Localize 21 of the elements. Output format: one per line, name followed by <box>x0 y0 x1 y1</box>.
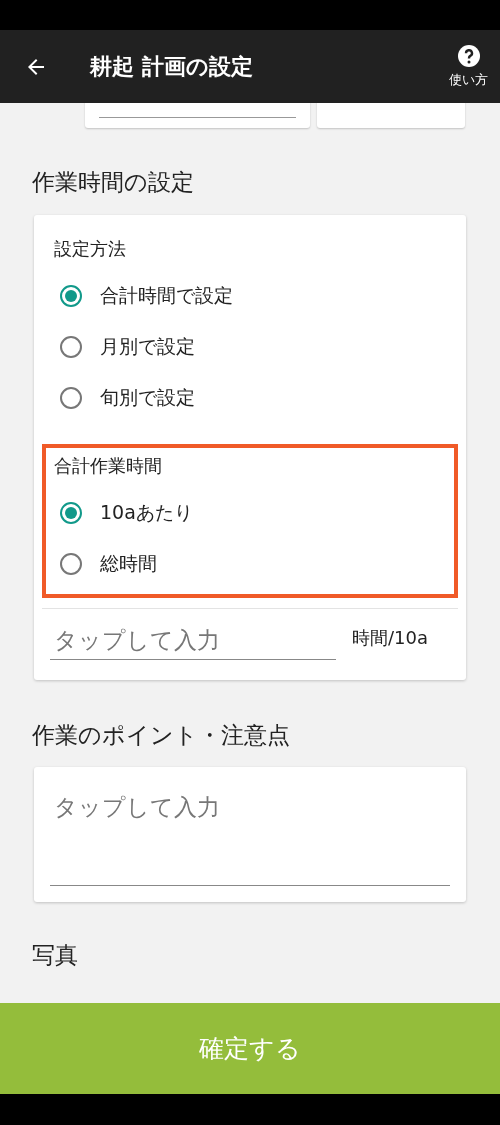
section-heading: 写真 <box>32 942 79 970</box>
radio-button[interactable] <box>60 502 82 525</box>
unit-label: 時間/10a <box>352 625 428 650</box>
option-label[interactable]: 合計時間で設定 <box>100 283 233 310</box>
radio-button[interactable] <box>60 336 82 359</box>
text-area[interactable]: タップして入力 <box>34 767 466 903</box>
group-label: 設定方法 <box>54 236 127 261</box>
group-label: 合計作業時間 <box>54 453 163 478</box>
section-heading: 作業のポイント・注意点 <box>32 721 291 750</box>
help-button[interactable]: 使い方 <box>449 44 488 89</box>
radio-button[interactable] <box>60 285 82 308</box>
help-icon <box>456 44 481 68</box>
option-label[interactable]: 月別で設定 <box>100 334 195 361</box>
radio-button[interactable] <box>60 387 82 410</box>
option-label[interactable]: 総時間 <box>100 551 157 578</box>
radio-button[interactable] <box>60 553 82 576</box>
hours-input[interactable]: タップして入力 <box>50 620 336 660</box>
section-heading: 作業時間の設定 <box>32 169 195 197</box>
option-label[interactable]: 10aあたり <box>100 500 193 527</box>
option-label[interactable]: 旬別で設定 <box>100 385 195 412</box>
screen-title: 耕起 計画の設定 <box>90 52 254 81</box>
